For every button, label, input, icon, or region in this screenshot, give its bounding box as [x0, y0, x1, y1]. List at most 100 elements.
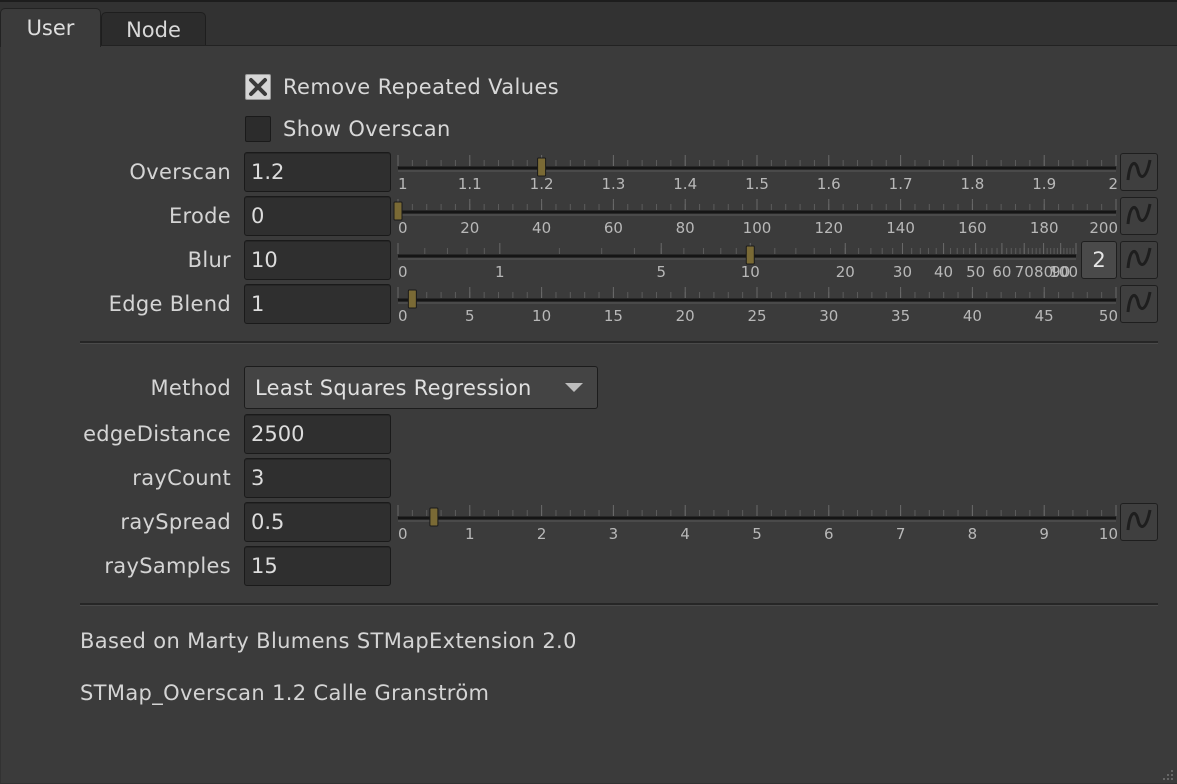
- blur-channels-button[interactable]: 2: [1081, 241, 1117, 279]
- slider-tick-label: 10: [532, 307, 551, 325]
- erode-label: Erode: [168, 204, 231, 228]
- show-overscan-label: Show Overscan: [283, 117, 451, 141]
- slider-tick-label: 160: [958, 219, 987, 237]
- ray-count-label: rayCount: [132, 466, 231, 490]
- blur-label: Blur: [187, 248, 231, 272]
- ray-samples-label: raySamples: [104, 554, 231, 578]
- slider-tick-label: 120: [814, 219, 843, 237]
- tab-user[interactable]: User: [0, 8, 101, 47]
- slider-handle[interactable]: [429, 507, 439, 527]
- slider-tick-label: 7: [896, 525, 906, 543]
- tab-node-label: Node: [126, 17, 181, 42]
- slider-tick-label: 2: [1108, 175, 1118, 193]
- ray-spread-input[interactable]: 0.5: [244, 502, 391, 542]
- erode-animation-button[interactable]: [1120, 197, 1158, 235]
- slider-tick-label: 200: [1089, 219, 1118, 237]
- slider-tick-label: 4: [680, 525, 690, 543]
- slider-tick-label: 1.9: [1032, 175, 1056, 193]
- slider-tick-label: 20: [460, 219, 479, 237]
- slider-tick-label: 5: [465, 307, 475, 325]
- edge-blend-label: Edge Blend: [108, 292, 231, 316]
- slider-tick-label: 40: [963, 307, 982, 325]
- overscan-slider[interactable]: 1 1.1 1.2 1.3 1.4 1.5 1.6 1.7 1.8 1.9 2: [396, 152, 1118, 193]
- slider-handle[interactable]: [537, 157, 547, 177]
- remove-repeated-values-checkbox[interactable]: [245, 74, 271, 100]
- edge-blend-input[interactable]: 1: [244, 284, 391, 324]
- erode-input[interactable]: 0: [244, 196, 391, 236]
- animation-curve-icon: [1125, 288, 1153, 320]
- edge-blend-animation-button[interactable]: [1120, 285, 1158, 323]
- slider-tick-label: 5: [752, 525, 762, 543]
- slider-tick-label: 20: [676, 307, 695, 325]
- slider-tick-label: 1.5: [745, 175, 769, 193]
- edge-distance-label: edgeDistance: [83, 422, 231, 446]
- version-text: STMap_Overscan 1.2 Calle Granström: [80, 681, 490, 705]
- resize-grip-icon[interactable]: [1163, 770, 1175, 782]
- slider-tick-label: 6: [824, 525, 834, 543]
- slider-tick-label: 2: [537, 525, 547, 543]
- animation-curve-icon: [1125, 156, 1153, 188]
- ray-spread-label: raySpread: [120, 510, 231, 534]
- blur-animation-button[interactable]: [1120, 241, 1158, 279]
- erode-slider-graphic: 0 20 40 60 80 100 120 140 160 180 200: [393, 199, 1118, 237]
- slider-tick-label: 1.6: [817, 175, 841, 193]
- ray-count-input[interactable]: 3: [244, 458, 391, 498]
- slider-tick-label: 30: [893, 263, 912, 281]
- show-overscan-checkbox[interactable]: [245, 116, 271, 142]
- animation-curve-icon: [1125, 200, 1153, 232]
- slider-tick-label: 20: [836, 263, 855, 281]
- edge-distance-input[interactable]: 2500: [244, 414, 391, 454]
- blur-slider-graphic: 0 1 5 10 20 30 40 50 60 70 8090100: [397, 243, 1078, 281]
- blur-input[interactable]: 10: [244, 240, 391, 280]
- slider-tick-label: 1: [465, 525, 475, 543]
- slider-tick-label: 180: [1030, 219, 1059, 237]
- slider-tick-label: 40: [532, 219, 551, 237]
- overscan-slider-graphic: 1 1.1 1.2 1.3 1.4 1.5 1.6 1.7 1.8 1.9 2: [397, 155, 1118, 193]
- slider-tick-label: 3: [609, 525, 619, 543]
- blur-slider[interactable]: 0 1 5 10 20 30 40 50 60 70 80 90 100: [396, 240, 1078, 281]
- overscan-label: Overscan: [129, 160, 231, 184]
- ray-spread-slider[interactable]: 0 1 2 3 4 5 6 7 8 9 10: [396, 502, 1118, 543]
- ray-spread-animation-button[interactable]: [1120, 503, 1158, 541]
- slider-tick-label: 5: [656, 263, 666, 281]
- slider-tick-label: 0: [398, 525, 408, 543]
- slider-tick-label: 0: [398, 219, 408, 237]
- slider-tick-label: 50: [1099, 307, 1118, 325]
- remove-repeated-values-label: Remove Repeated Values: [283, 75, 560, 99]
- slider-tick-label: 70: [1015, 263, 1034, 281]
- edge_blend-slider-graphic: 0 5 10 15 20 25 30 35 40 45 50: [397, 287, 1118, 325]
- slider-tick-label: 1.2: [530, 175, 554, 193]
- slider-tick-label: 1.3: [601, 175, 625, 193]
- slider-tick-label: 1.7: [889, 175, 913, 193]
- animation-curve-icon: [1125, 244, 1153, 276]
- slider-tick-label: 45: [1035, 307, 1054, 325]
- slider-tick-label: 50: [966, 263, 985, 281]
- slider-handle[interactable]: [745, 245, 755, 265]
- slider-tick-label: 40: [934, 263, 953, 281]
- overscan-animation-button[interactable]: [1120, 153, 1158, 191]
- edge-blend-slider[interactable]: 0 5 10 15 20 25 30 35 40 45 50: [396, 284, 1118, 325]
- section-divider-2: [80, 603, 1158, 606]
- section-divider: [80, 341, 1158, 344]
- credit-text: Based on Marty Blumens STMapExtension 2.…: [80, 629, 577, 653]
- slider-tick-label: 10: [1099, 525, 1118, 543]
- window-top-border: [0, 0, 1177, 2]
- animation-curve-icon: [1125, 506, 1153, 538]
- slider-tick-label: 140: [886, 219, 915, 237]
- slider-handle[interactable]: [407, 289, 417, 309]
- method-dropdown[interactable]: Least Squares Regression: [244, 366, 598, 409]
- dropdown-arrow-icon: [565, 383, 583, 392]
- slider-handle[interactable]: [393, 201, 403, 221]
- slider-tick-label: 80: [676, 219, 695, 237]
- ray-samples-input[interactable]: 15: [244, 546, 391, 586]
- ray_spread-slider-graphic: 0 1 2 3 4 5 6 7 8 9 10: [397, 505, 1118, 543]
- slider-tick-label: 25: [747, 307, 766, 325]
- tab-node[interactable]: Node: [101, 12, 206, 46]
- slider-tick-label: 10: [741, 263, 760, 281]
- overscan-input[interactable]: 1.2: [244, 152, 391, 192]
- slider-tick-label: 1: [398, 175, 408, 193]
- slider-tick-label: 9: [1039, 525, 1049, 543]
- slider-tick-label: 60: [992, 263, 1011, 281]
- slider-tick-label: 1.4: [673, 175, 697, 193]
- erode-slider[interactable]: 0 20 40 60 80 100 120 140 160 180 200: [393, 196, 1118, 237]
